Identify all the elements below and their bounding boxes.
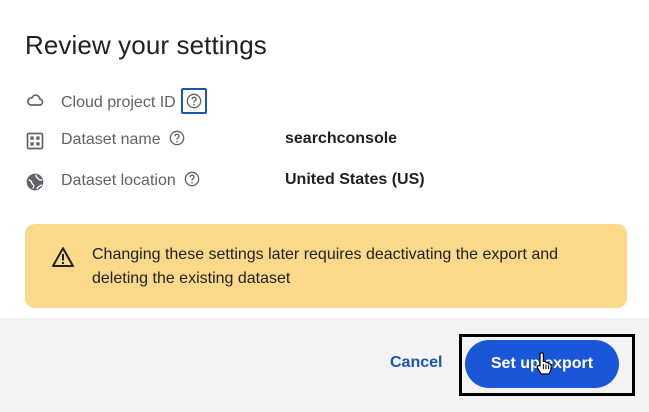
help-icon[interactable] [186,93,202,109]
cloud-icon [27,94,44,106]
setting-row-dataset-location: Dataset location United States (US) [0,167,649,197]
hand-pointer-cursor-icon [536,352,552,375]
cancel-button[interactable]: Cancel [390,354,442,372]
warning-banner: Changing these settings later requires d… [25,224,627,308]
setting-row-dataset-name: Dataset name searchconsole [0,126,649,156]
help-highlight-box [181,88,208,114]
help-icon[interactable] [184,171,200,187]
warning-triangle-icon [52,247,74,267]
grid-icon [26,132,44,150]
review-settings-dialog: Review your settings Cloud project ID Da… [0,0,649,412]
setting-value: United States (US) [285,171,425,188]
dialog-title: Review your settings [25,30,267,60]
setting-value: searchconsole [285,130,398,147]
help-icon[interactable] [169,130,185,146]
warning-message: Changing these settings later requires d… [92,246,559,287]
setting-label: Dataset location [61,171,200,190]
setting-row-cloud-project-id: Cloud project ID [0,85,649,115]
setting-label: Dataset name [61,130,185,149]
globe-icon [26,173,44,191]
setting-label: Cloud project ID [61,88,208,116]
